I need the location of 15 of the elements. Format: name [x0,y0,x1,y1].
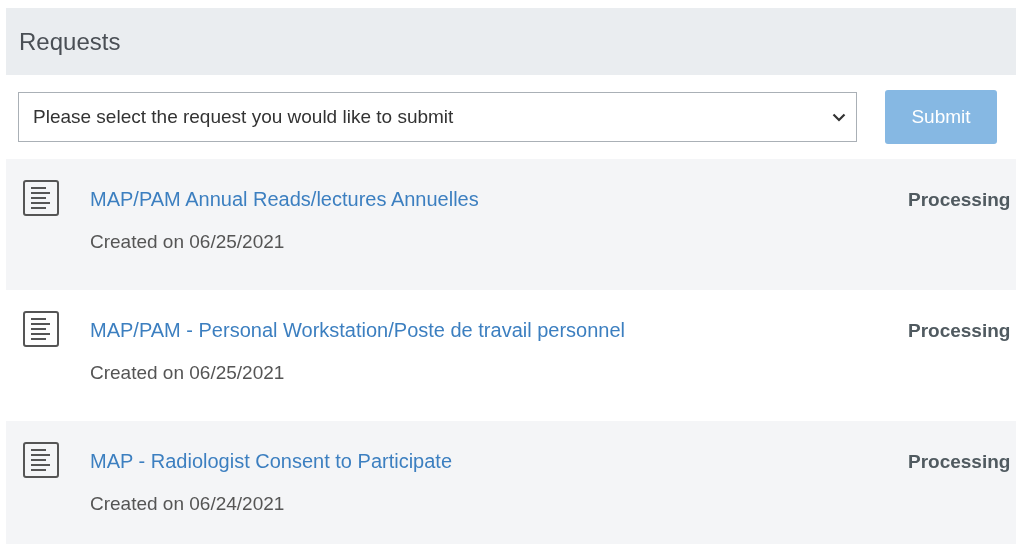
request-dropdown[interactable]: Please select the request you would like to submit [18,92,857,142]
chevron-down-icon [832,112,846,122]
created-date: Created on 06/25/2021 [90,362,285,384]
document-icon [22,179,60,217]
request-status: Processing [908,188,1012,211]
created-date: Created on 06/25/2021 [90,231,285,253]
request-link[interactable]: MAP/PAM - Personal Workstation/Poste de travail personnel [90,319,626,342]
request-link[interactable]: MAP - Radiologist Consent to Participate [90,450,453,473]
document-icon [22,310,60,348]
request-status: Processing [908,319,1012,342]
request-link[interactable]: MAP/PAM Annual Reads/lectures Annuelles [90,188,479,211]
request-status: Processing [908,450,1012,473]
document-icon [22,441,60,479]
created-date: Created on 06/24/2021 [90,493,285,515]
page-title: Requests [19,27,121,56]
